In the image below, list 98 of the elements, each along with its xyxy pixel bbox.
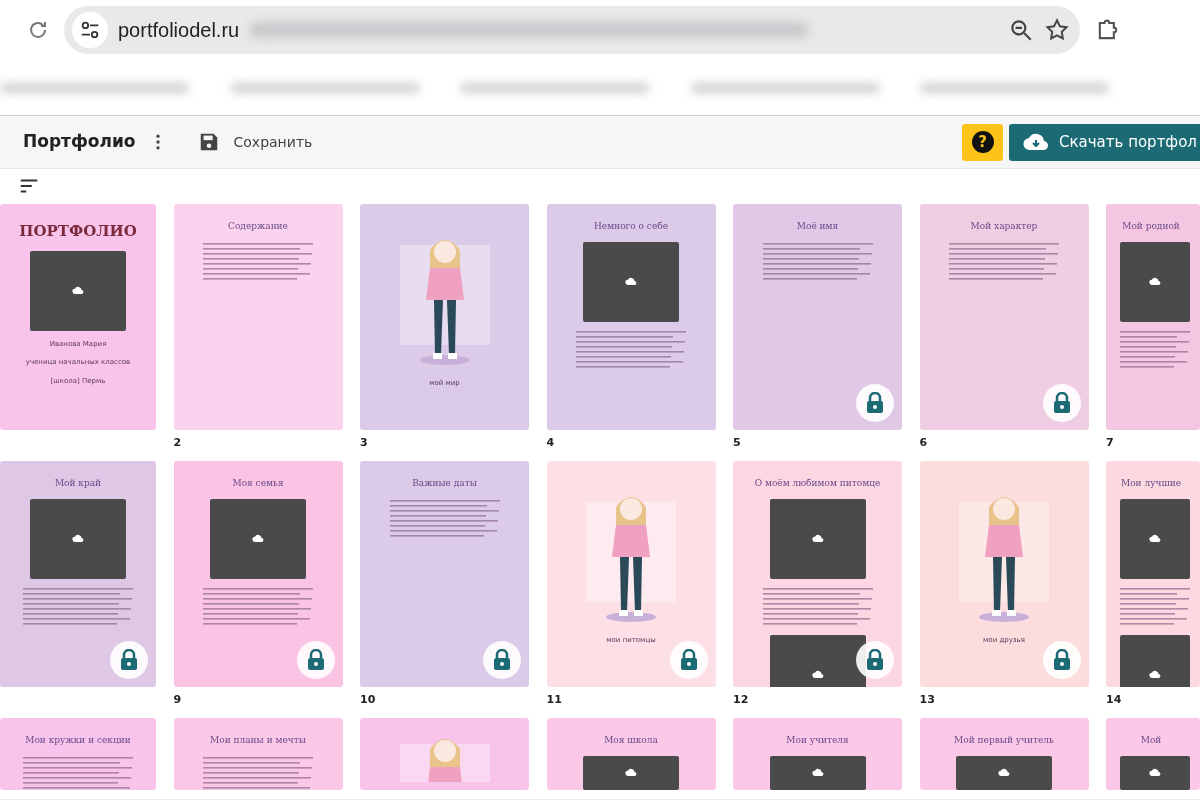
page-title: Содержание xyxy=(228,220,288,233)
star-icon[interactable] xyxy=(1044,17,1070,43)
page-thumbnail[interactable]: Мои учителя xyxy=(733,718,902,790)
page-thumbnail[interactable]: Важные даты xyxy=(360,461,529,687)
upload-icon xyxy=(625,768,637,777)
page-title: Моя школа xyxy=(604,734,658,747)
upload-icon xyxy=(811,534,824,543)
image-placeholder[interactable] xyxy=(1120,498,1190,579)
page-thumbnail[interactable]: Мой xyxy=(1106,718,1200,790)
page-title: Моё имя xyxy=(796,220,839,233)
lock-icon xyxy=(306,649,325,671)
image-placeholder[interactable] xyxy=(1120,241,1190,322)
image-placeholder[interactable] xyxy=(583,241,679,322)
page-number: 13 xyxy=(919,692,936,708)
page-thumbnail[interactable]: Мои планы и мечты xyxy=(173,718,343,790)
page-thumbnail[interactable]: Мой характер xyxy=(919,204,1089,430)
image-placeholder[interactable] xyxy=(30,498,126,579)
page-number: 10 xyxy=(360,692,377,708)
page-title: Мои лучшие xyxy=(1119,477,1183,490)
upload-icon xyxy=(998,768,1010,777)
image-placeholder[interactable] xyxy=(30,250,126,331)
page-title: Немного о себе xyxy=(594,220,668,233)
page-thumbnail[interactable]: Моя школа xyxy=(546,718,716,790)
page-thumbnail[interactable] xyxy=(360,718,529,790)
lock-icon xyxy=(866,392,884,414)
lock-badge[interactable] xyxy=(110,641,148,679)
text-lines-drawing xyxy=(1120,329,1190,370)
upload-icon xyxy=(625,277,637,286)
page-title: Мой первый учитель xyxy=(954,734,1054,747)
page-title: Мой характер xyxy=(970,220,1038,233)
zoom-out-icon[interactable] xyxy=(1008,17,1034,43)
page-title: Мои кружки и секции xyxy=(25,734,131,747)
page-title: Мой родной xyxy=(1121,220,1181,233)
lock-icon xyxy=(1052,649,1071,671)
url-text: portfoliodel.ru xyxy=(118,18,240,43)
page-thumbnail[interactable]: Немного о себе xyxy=(546,204,716,430)
page-title: Мой xyxy=(1139,734,1163,747)
lock-icon xyxy=(1052,392,1071,414)
upload-icon xyxy=(72,286,84,295)
page-number: 11 xyxy=(546,692,563,708)
page-title: Важные даты xyxy=(412,477,477,490)
upload-icon xyxy=(811,670,824,679)
upload-icon xyxy=(1149,277,1161,286)
page-number: 6 xyxy=(919,435,929,451)
page-number: 2 xyxy=(173,435,183,451)
lock-badge[interactable] xyxy=(1042,641,1081,679)
image-placeholder[interactable] xyxy=(583,755,679,790)
page-thumbnail[interactable]: Мой край xyxy=(0,461,156,687)
page-number: 7 xyxy=(1106,435,1115,451)
lock-badge[interactable] xyxy=(856,384,894,422)
image-placeholder[interactable] xyxy=(769,755,866,790)
lock-icon xyxy=(120,649,138,671)
help-button[interactable]: ? xyxy=(962,123,1003,161)
cover-title: ПОРТФОЛИО xyxy=(19,221,137,242)
page-number: 5 xyxy=(733,435,742,451)
lock-badge[interactable] xyxy=(669,641,708,679)
save-link[interactable]: Сохранить xyxy=(233,131,313,153)
site-settings-icon[interactable] xyxy=(72,12,108,48)
lock-badge[interactable] xyxy=(296,641,335,679)
page-number: 14 xyxy=(1106,692,1123,708)
address-bar[interactable]: portfoliodel.ru xyxy=(64,6,1080,54)
document-title: Портфолио xyxy=(23,130,136,154)
image-placeholder[interactable] xyxy=(769,498,866,579)
upload-icon xyxy=(72,534,84,543)
lock-badge[interactable] xyxy=(483,641,521,679)
page-number: 3 xyxy=(360,435,369,451)
download-button[interactable]: Скачать портфол xyxy=(1009,123,1200,161)
upload-icon xyxy=(1149,768,1161,777)
page-thumbnail[interactable]: Мои лучшие xyxy=(1106,461,1200,687)
upload-icon xyxy=(252,534,264,543)
page-number: 9 xyxy=(173,692,183,708)
page-title: Мой край xyxy=(54,477,102,490)
page-thumbnail[interactable]: Моя семья xyxy=(173,461,343,687)
page-number: 4 xyxy=(546,435,556,451)
page-number: 12 xyxy=(733,692,750,708)
upload-icon xyxy=(811,768,824,777)
page-thumbnail[interactable]: Моё имя xyxy=(733,204,902,430)
page-title: Мои планы и мечты xyxy=(210,734,306,747)
page-title: Моя семья xyxy=(232,477,284,490)
page-thumbnail[interactable]: О моём любимом питомце xyxy=(733,461,902,687)
text-lines-drawing xyxy=(1120,586,1190,627)
upload-icon xyxy=(1149,670,1161,679)
page-title: О моём любимом питомце xyxy=(754,477,881,490)
page-thumbnail[interactable]: Мой первый учитель xyxy=(919,718,1089,790)
lock-icon xyxy=(493,649,511,671)
lock-badge[interactable] xyxy=(856,641,894,679)
upload-icon xyxy=(1149,534,1161,543)
page-thumbnail[interactable]: Мои кружки и секции xyxy=(0,718,156,790)
page-thumbnail[interactable]: Мой родной xyxy=(1106,204,1200,430)
image-placeholder[interactable] xyxy=(956,755,1052,790)
lock-badge[interactable] xyxy=(1042,384,1081,422)
lock-icon xyxy=(866,649,884,671)
page-thumbnail[interactable]: Содержание xyxy=(173,204,343,430)
cloud-download-icon xyxy=(1023,132,1049,152)
page-title: Мои учителя xyxy=(786,734,849,747)
image-placeholder[interactable] xyxy=(1120,755,1190,790)
image-placeholder[interactable] xyxy=(210,498,306,579)
lock-icon xyxy=(679,649,698,671)
